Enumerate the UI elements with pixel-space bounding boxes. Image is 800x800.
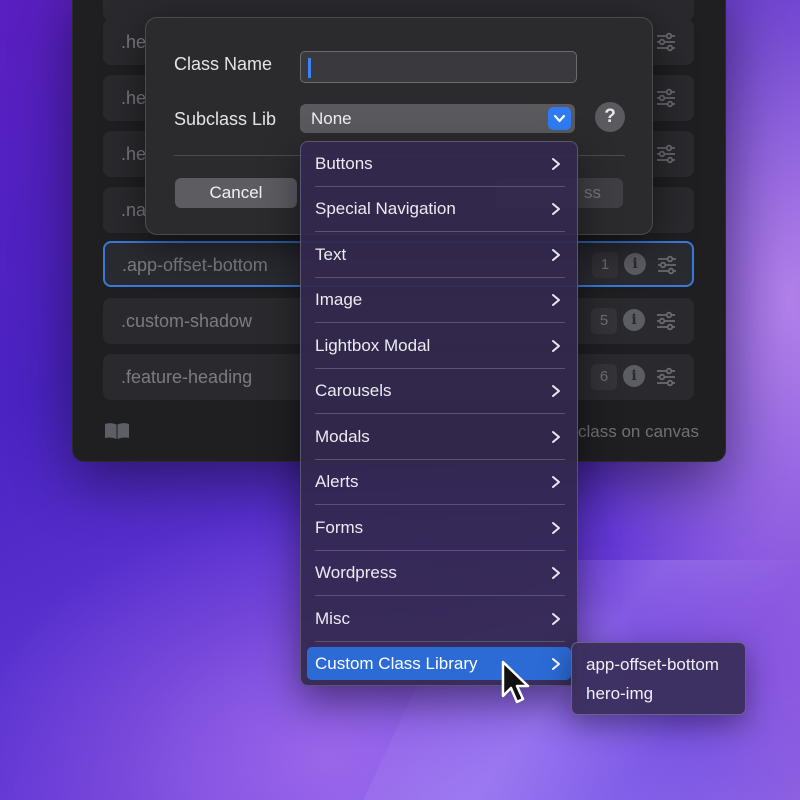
help-icon[interactable]: ? [595,102,625,132]
sliders-icon[interactable] [655,310,677,337]
class-name: .he [121,144,147,164]
info-icon[interactable]: i [623,365,645,387]
submenu-item-app-offset-bottom[interactable]: app-offset-bottom [586,655,719,675]
chevron-right-icon [551,247,561,267]
menu-item-alerts[interactable]: Alerts [307,465,571,498]
class-name-label: Class Name [174,54,273,74]
chevron-right-icon [551,292,561,312]
subclass-lib-menu: Buttons Special Navigation Text Image Li… [300,141,578,686]
chevron-right-icon [551,474,561,494]
menu-divider [315,459,565,460]
menu-item-special-navigation[interactable]: Special Navigation [307,192,571,225]
menu-item-forms[interactable]: Forms [307,511,571,544]
menu-item-wordpress[interactable]: Wordpress [307,556,571,589]
chevron-right-icon [551,429,561,449]
menu-item-carousels[interactable]: Carousels [307,374,571,407]
class-name: .custom-shadow [121,311,253,331]
class-name-input[interactable] [300,51,577,83]
text-caret [308,58,311,78]
chevron-right-icon [551,565,561,585]
sliders-icon[interactable] [655,143,677,170]
info-icon[interactable]: i [624,253,646,275]
menu-divider [315,322,565,323]
menu-divider [315,550,565,551]
class-name: .feature-heading [121,367,253,387]
info-icon[interactable]: i [623,309,645,331]
footer-hint: class on canvas [578,422,699,441]
sliders-icon[interactable] [655,87,677,114]
chevron-right-icon [551,611,561,631]
subclass-lib-label: Subclass Lib [174,109,277,129]
menu-divider [315,186,565,187]
class-name: .app-offset-bottom [122,255,268,275]
chevron-right-icon [551,156,561,176]
class-name: .he [121,88,147,108]
menu-divider [315,504,565,505]
chevron-right-icon [551,201,561,221]
book-icon[interactable] [104,422,130,445]
usage-count-badge: 1 [592,252,618,278]
subclass-lib-value: None [311,109,352,128]
menu-item-buttons[interactable]: Buttons [307,147,571,180]
chevron-right-icon [551,520,561,540]
chevron-right-icon [551,338,561,358]
menu-item-lightbox-modal[interactable]: Lightbox Modal [307,329,571,362]
chevron-down-icon[interactable] [548,107,571,130]
submenu-item-hero-img[interactable]: hero-img [586,684,653,704]
sliders-icon[interactable] [655,366,677,393]
menu-item-image[interactable]: Image [307,283,571,316]
class-name: .na [121,200,147,220]
chevron-right-icon [551,383,561,403]
menu-divider [315,231,565,232]
sliders-icon[interactable] [656,254,678,281]
menu-divider [315,413,565,414]
menu-item-text[interactable]: Text [307,238,571,271]
subclass-lib-select[interactable]: None [300,104,575,133]
usage-count-badge: 6 [591,364,617,390]
sliders-icon[interactable] [655,31,677,58]
menu-item-misc[interactable]: Misc [307,602,571,635]
cancel-button[interactable]: Cancel [175,178,297,208]
menu-divider [315,368,565,369]
menu-divider [315,595,565,596]
menu-item-modals[interactable]: Modals [307,420,571,453]
usage-count-badge: 5 [591,308,617,334]
custom-class-library-submenu: app-offset-bottom hero-img [571,642,746,715]
chevron-right-icon [551,656,561,676]
menu-divider [315,641,565,642]
mouse-cursor-icon [500,660,534,713]
menu-divider [315,277,565,278]
class-name: .he [121,32,147,52]
